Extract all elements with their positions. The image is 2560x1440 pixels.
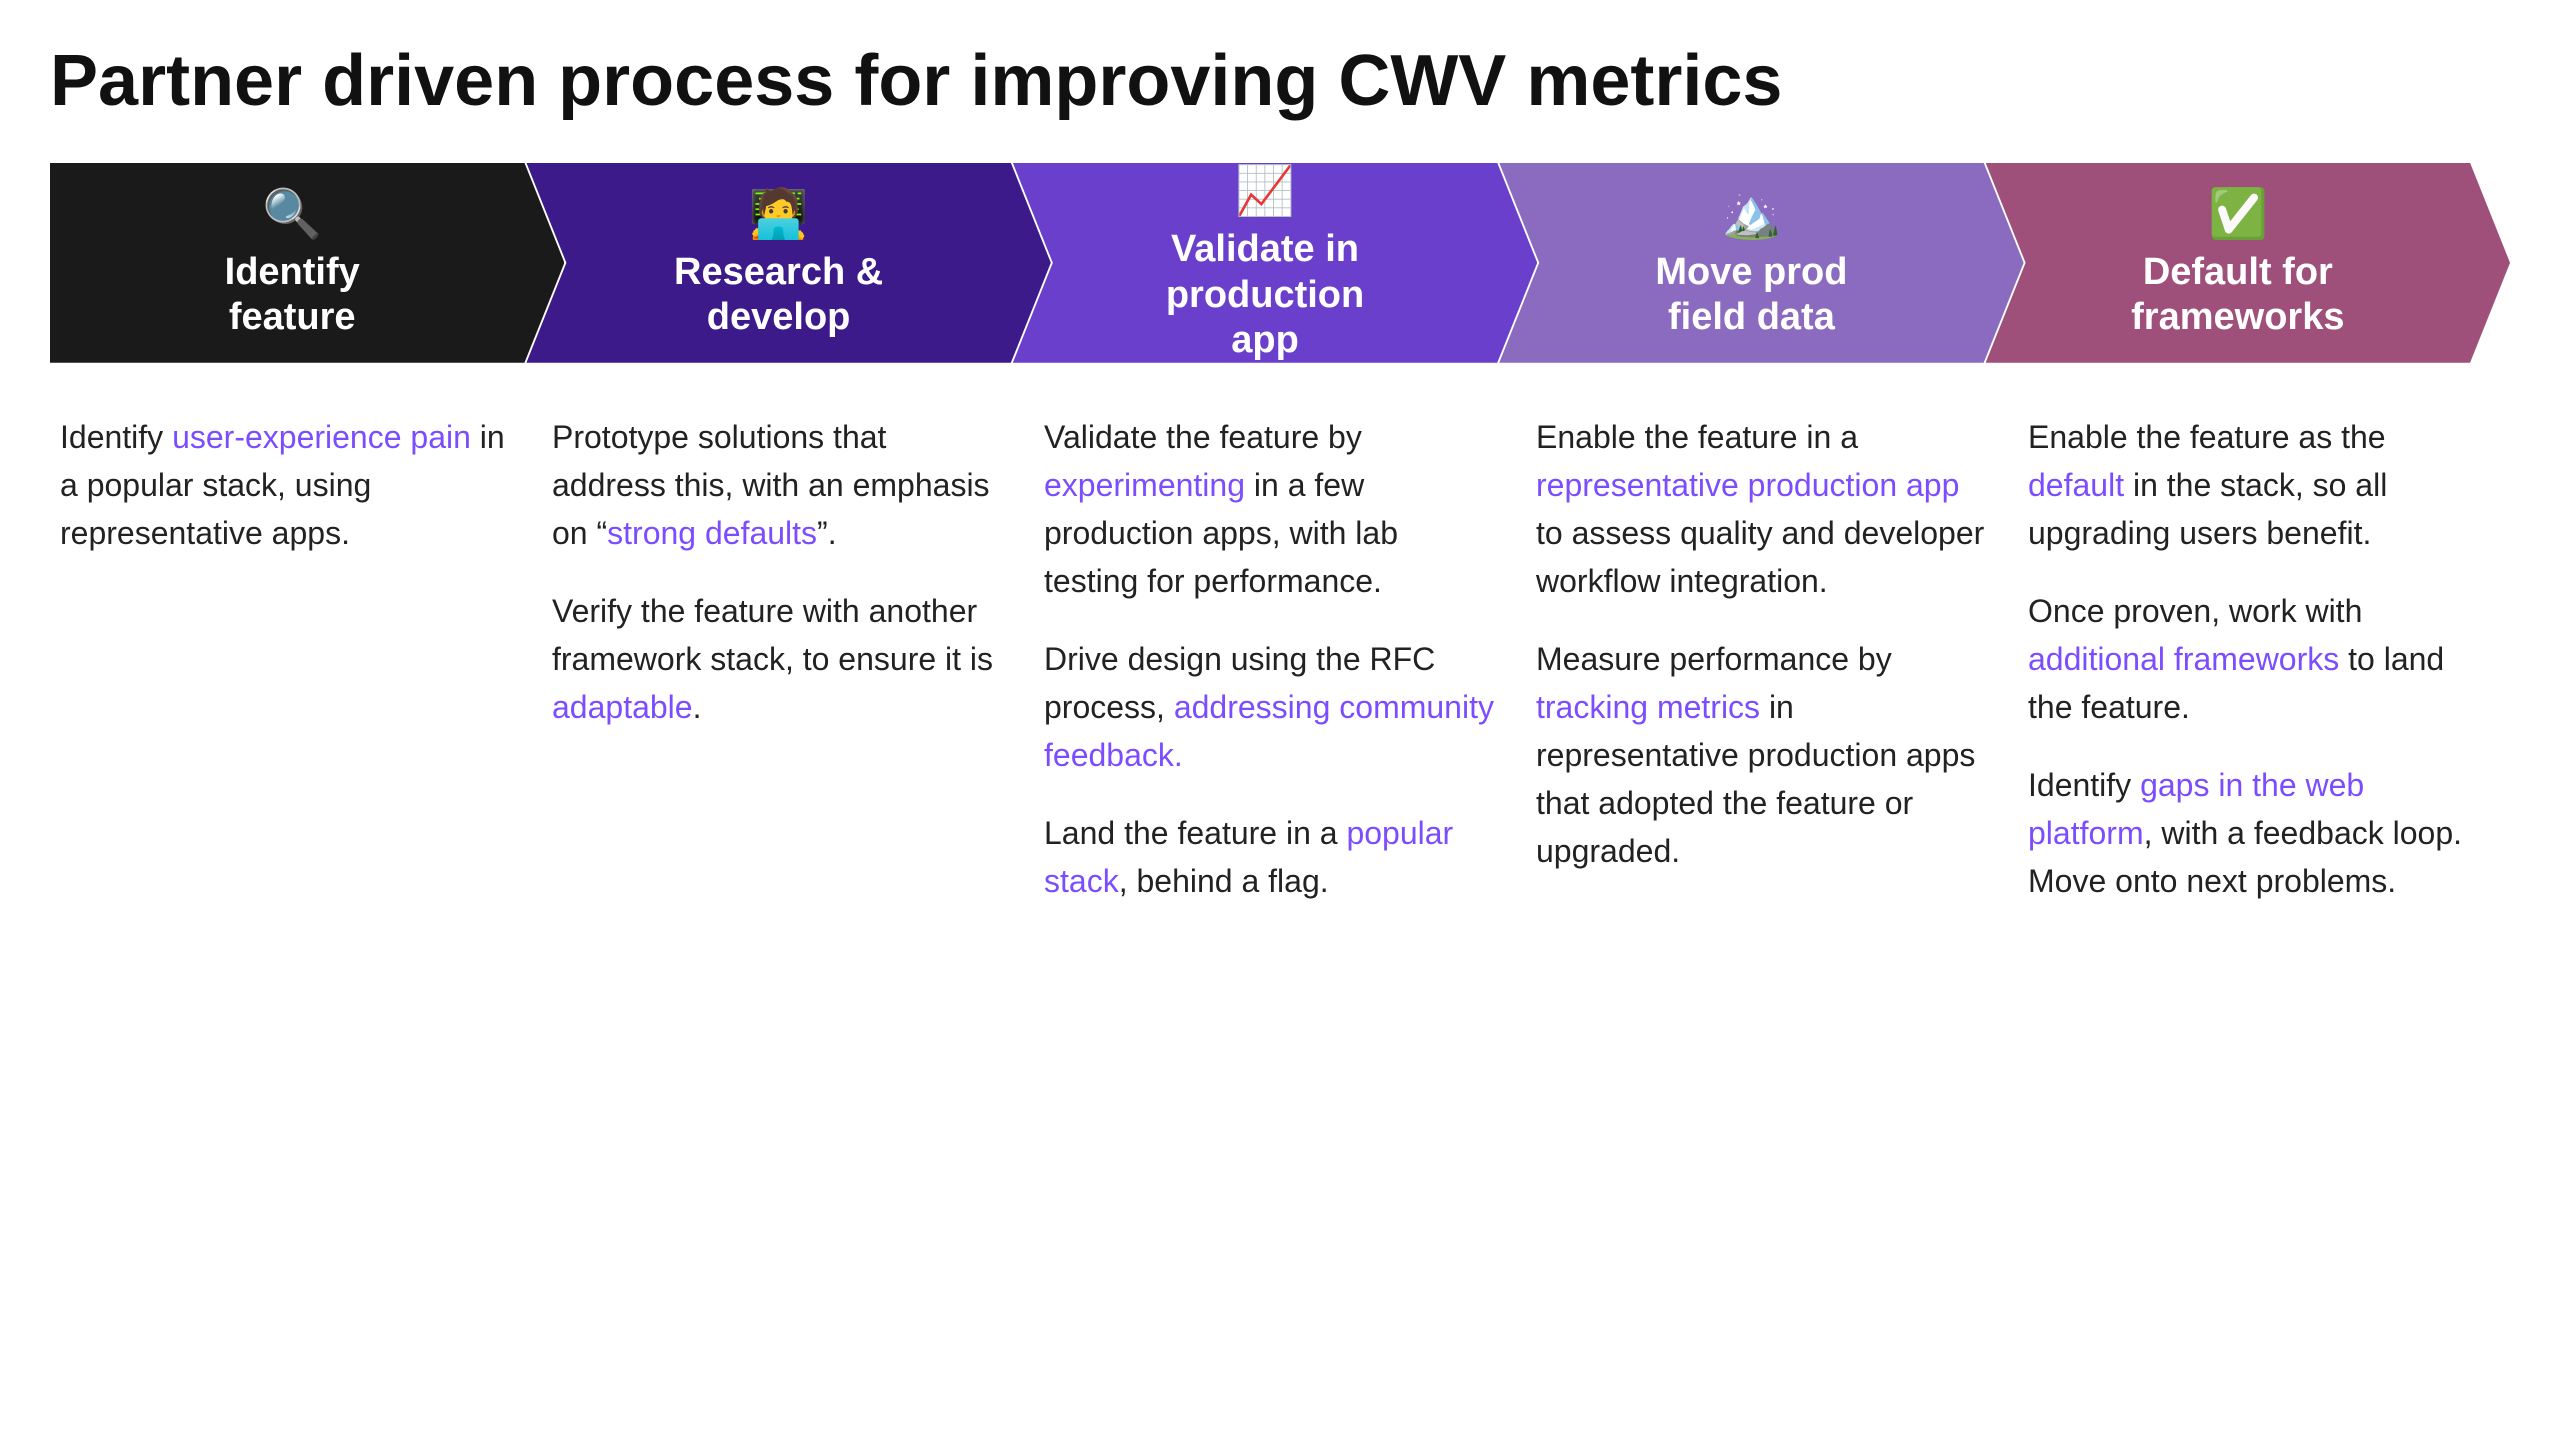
content-text: Identify	[2028, 767, 2140, 803]
content-link[interactable]: strong defaults	[607, 515, 817, 551]
content-col-research: Prototype solutions that address this, w…	[542, 413, 1034, 761]
content-col-validate: Validate the feature by experimenting in…	[1034, 413, 1526, 935]
content-text: Enable the feature in a	[1536, 419, 1858, 455]
arrow-identify: 🔍 Identify feature	[50, 163, 564, 363]
arrow-icon-default: ✅	[2208, 185, 2268, 242]
arrows-container: 🔍 Identify feature 🧑‍💻 Research & develop 📈 V…	[50, 163, 2510, 363]
content-text: Measure performance by	[1536, 641, 1892, 677]
arrow-icon-validate: 📈	[1235, 162, 1295, 219]
arrow-title-default: Default for frameworks	[2131, 250, 2344, 341]
arrow-title-identify: Identify feature	[225, 250, 360, 341]
content-paragraph: Measure performance by tracking metrics …	[1536, 635, 1988, 875]
arrow-icon-move: 🏔️	[1722, 185, 1782, 242]
arrow-icon-identify: 🔍	[262, 185, 322, 242]
content-text: Validate the feature by	[1044, 419, 1362, 455]
content-link[interactable]: representative production app	[1536, 467, 1959, 503]
arrow-research: 🧑‍💻 Research & develop	[526, 163, 1050, 363]
arrow-move: 🏔️ Move prod field data	[1499, 163, 2023, 363]
arrow-title-validate: Validate in production app	[1166, 227, 1364, 364]
content-link[interactable]: default	[2028, 467, 2124, 503]
page-title: Partner driven process for improving CWV…	[50, 40, 2510, 123]
content-link[interactable]: additional frameworks	[2028, 641, 2339, 677]
content-text: , behind a flag.	[1119, 863, 1329, 899]
content-paragraph: Validate the feature by experimenting in…	[1044, 413, 1496, 605]
content-paragraph: Enable the feature as the default in the…	[2028, 413, 2480, 557]
content-paragraph: Identify user-experience pain in a popul…	[60, 413, 512, 557]
arrow-default: ✅ Default for frameworks	[1986, 163, 2510, 363]
content-text: ”.	[817, 515, 837, 551]
content-paragraph: Land the feature in a popular stack, beh…	[1044, 809, 1496, 905]
content-paragraph: Verify the feature with another framewor…	[552, 587, 1004, 731]
content-col-move: Enable the feature in a representative p…	[1526, 413, 2018, 905]
arrow-title-research: Research & develop	[674, 250, 883, 341]
arrow-title-move: Move prod field data	[1655, 250, 1847, 341]
content-text: .	[693, 689, 702, 725]
content-paragraph: Drive design using the RFC process, addr…	[1044, 635, 1496, 779]
content-link[interactable]: tracking metrics	[1536, 689, 1760, 725]
content-text: Enable the feature as the	[2028, 419, 2386, 455]
content-paragraph: Identify gaps in the web platform, with …	[2028, 761, 2480, 905]
content-paragraph: Prototype solutions that address this, w…	[552, 413, 1004, 557]
content-text: Verify the feature with another framewor…	[552, 593, 993, 677]
arrow-icon-research: 🧑‍💻	[749, 185, 809, 242]
content-paragraph: Once proven, work with additional framew…	[2028, 587, 2480, 731]
content-col-default: Enable the feature as the default in the…	[2018, 413, 2510, 935]
content-text: Land the feature in a	[1044, 815, 1346, 851]
content-link[interactable]: experimenting	[1044, 467, 1245, 503]
content-paragraph: Enable the feature in a representative p…	[1536, 413, 1988, 605]
content-text: Identify	[60, 419, 172, 455]
content-text: to assess quality and developer workflow…	[1536, 515, 1984, 599]
content-link[interactable]: user-experience pain	[172, 419, 471, 455]
content-container: Identify user-experience pain in a popul…	[50, 413, 2510, 935]
content-link[interactable]: adaptable	[552, 689, 693, 725]
content-col-identify: Identify user-experience pain in a popul…	[50, 413, 542, 587]
arrow-validate: 📈 Validate in production app	[1013, 163, 1537, 363]
content-text: Once proven, work with	[2028, 593, 2362, 629]
